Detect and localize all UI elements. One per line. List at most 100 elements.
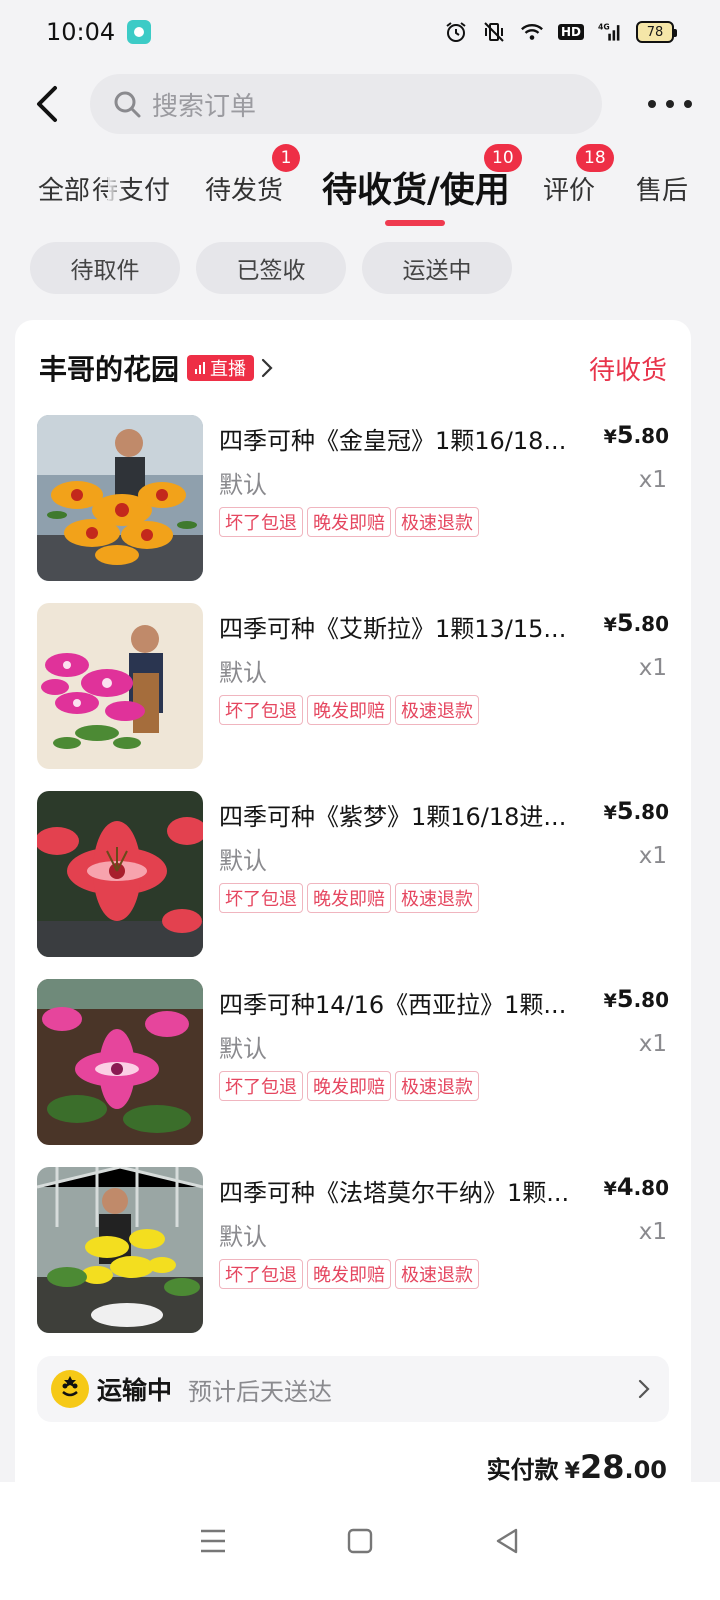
system-back-button[interactable] xyxy=(487,1521,527,1561)
signal-icon: 4G xyxy=(598,20,622,44)
app-notification-icon xyxy=(127,20,152,44)
search-input[interactable]: 搜索订单 xyxy=(90,74,602,134)
total-integer: 28 xyxy=(579,1448,625,1486)
more-dot-icon xyxy=(666,100,674,108)
product-quantity: x1 xyxy=(638,655,667,681)
back-triangle-icon xyxy=(496,1528,517,1554)
product-quantity: x1 xyxy=(638,843,667,869)
svg-text:4G: 4G xyxy=(598,22,610,31)
product-image xyxy=(37,1167,203,1333)
back-button[interactable] xyxy=(22,80,70,128)
product-item[interactable]: 四季可种《紫梦》1颗16/18进... ¥5.80 默认 x1 坏了包退 晚发即… xyxy=(37,791,669,957)
tag-fast-refund: 极速退款 xyxy=(395,1259,479,1289)
product-tags: 坏了包退 晚发即赔 极速退款 xyxy=(219,695,479,725)
chevron-right-icon xyxy=(638,1379,650,1399)
live-badge: 直播 xyxy=(187,355,255,381)
menu-button[interactable] xyxy=(193,1521,233,1561)
price-decimal: .80 xyxy=(633,424,669,448)
shop-header[interactable]: 丰哥的花园 直播 待收货 xyxy=(39,348,667,388)
alarm-icon xyxy=(444,20,468,44)
total-decimal: .00 xyxy=(624,1456,667,1484)
price-symbol: ¥ xyxy=(603,426,617,448)
more-options-button[interactable] xyxy=(648,86,692,122)
product-price: ¥5.80 xyxy=(604,609,669,637)
chip-in-transit[interactable]: 运送中 xyxy=(362,242,512,294)
tag-damage-refund: 坏了包退 xyxy=(219,883,303,913)
tab-pending-payment[interactable]: 待支付 xyxy=(92,170,170,207)
product-item[interactable]: 四季可种《法塔莫尔干纳》1颗... ¥4.80 默认 x1 坏了包退 晚发即赔 … xyxy=(37,1167,669,1333)
product-tags: 坏了包退 晚发即赔 极速退款 xyxy=(219,507,479,537)
menu-icon xyxy=(201,1529,226,1553)
shop-name[interactable]: 丰哥的花园 xyxy=(39,348,179,388)
mute-vibrate-icon xyxy=(482,20,506,44)
tab-all[interactable]: 全部 xyxy=(38,170,90,207)
chevron-right-icon xyxy=(261,358,273,378)
order-card[interactable]: 丰哥的花园 直播 待收货 四季可种《金皇冠》1颗16/18... ¥5.80 默… xyxy=(15,320,691,1500)
product-price: ¥5.80 xyxy=(604,985,669,1013)
chip-signed[interactable]: 已签收 xyxy=(196,242,346,294)
product-price: ¥4.80 xyxy=(604,1173,669,1201)
order-status: 待收货 xyxy=(588,355,667,386)
status-time: 10:04 xyxy=(46,18,116,46)
tag-late-compensation: 晚发即赔 xyxy=(307,695,391,725)
search-icon xyxy=(114,91,141,118)
tag-fast-refund: 极速退款 xyxy=(395,883,479,913)
tag-fast-refund: 极速退款 xyxy=(395,1071,479,1101)
price-symbol: ¥ xyxy=(603,614,617,636)
product-item[interactable]: 四季可种14/16《西亚拉》1颗... ¥5.80 默认 x1 坏了包退 晚发即… xyxy=(37,979,669,1145)
tab-reviews[interactable]: 评价 xyxy=(543,170,595,207)
tab-badge-pending-receipt: 10 xyxy=(484,144,522,172)
battery-indicator: 78 xyxy=(636,21,677,43)
product-quantity: x1 xyxy=(638,1031,667,1057)
more-dot-icon xyxy=(648,100,656,108)
product-variant: 默认 xyxy=(219,1035,267,1063)
product-item[interactable]: 四季可种《艾斯拉》1颗13/15... ¥5.80 默认 x1 坏了包退 晚发即… xyxy=(37,603,669,769)
tag-late-compensation: 晚发即赔 xyxy=(307,507,391,537)
product-item[interactable]: 四季可种《金皇冠》1颗16/18... ¥5.80 默认 x1 坏了包退 晚发即… xyxy=(37,415,669,581)
order-total: 实付款 ¥ 28 .00 xyxy=(487,1448,667,1486)
tab-pending-shipment[interactable]: 待发货 xyxy=(205,170,283,207)
tag-fast-refund: 极速退款 xyxy=(395,695,479,725)
home-square-icon xyxy=(347,1528,373,1554)
header: 搜索订单 xyxy=(0,72,720,136)
price-decimal: .80 xyxy=(633,612,669,636)
product-tags: 坏了包退 晚发即赔 极速退款 xyxy=(219,1259,479,1289)
product-title: 四季可种《紫梦》1颗16/18进... xyxy=(219,803,567,831)
product-title: 四季可种《金皇冠》1颗16/18... xyxy=(219,427,567,455)
price-symbol: ¥ xyxy=(603,802,617,824)
tab-after-sales[interactable]: 售后 xyxy=(636,170,688,207)
tab-badge-pending-shipment: 1 xyxy=(272,144,300,172)
shipping-status: 运输中 xyxy=(97,1376,173,1405)
shipping-eta: 预计后天送达 xyxy=(188,1377,333,1406)
search-placeholder: 搜索订单 xyxy=(152,91,257,122)
product-title: 四季可种14/16《西亚拉》1颗... xyxy=(219,991,567,1019)
tag-late-compensation: 晚发即赔 xyxy=(307,1259,391,1289)
price-decimal: .80 xyxy=(633,1176,669,1200)
product-price: ¥5.80 xyxy=(604,797,669,825)
product-title: 四季可种《艾斯拉》1颗13/15... xyxy=(219,615,567,643)
price-integer: 5 xyxy=(616,609,634,637)
product-image xyxy=(37,415,203,581)
back-arrow-icon xyxy=(37,86,57,122)
product-price: ¥5.80 xyxy=(604,421,669,449)
tag-late-compensation: 晚发即赔 xyxy=(307,1071,391,1101)
tab-scroll-fade xyxy=(108,148,126,228)
tag-damage-refund: 坏了包退 xyxy=(219,695,303,725)
price-integer: 5 xyxy=(616,797,634,825)
order-tabs: 全部 待支付 待发货 1 待收货/使用 10 评价 18 售后 xyxy=(0,144,720,228)
tab-pending-receipt[interactable]: 待收货/使用 xyxy=(322,162,510,213)
shipping-status-row[interactable]: 运输中 预计后天送达 xyxy=(37,1356,669,1422)
product-quantity: x1 xyxy=(638,1219,667,1245)
product-variant: 默认 xyxy=(219,659,267,687)
tag-damage-refund: 坏了包退 xyxy=(219,1259,303,1289)
tab-badge-reviews: 18 xyxy=(576,144,614,172)
product-quantity: x1 xyxy=(638,467,667,493)
home-button[interactable] xyxy=(340,1521,380,1561)
status-icons: HD 4G 78 xyxy=(444,20,677,44)
product-variant: 默认 xyxy=(219,847,267,875)
price-integer: 4 xyxy=(616,1173,634,1201)
product-image xyxy=(37,791,203,957)
chip-awaiting-pickup[interactable]: 待取件 xyxy=(30,242,180,294)
hd-icon: HD xyxy=(557,24,584,40)
tag-late-compensation: 晚发即赔 xyxy=(307,883,391,913)
